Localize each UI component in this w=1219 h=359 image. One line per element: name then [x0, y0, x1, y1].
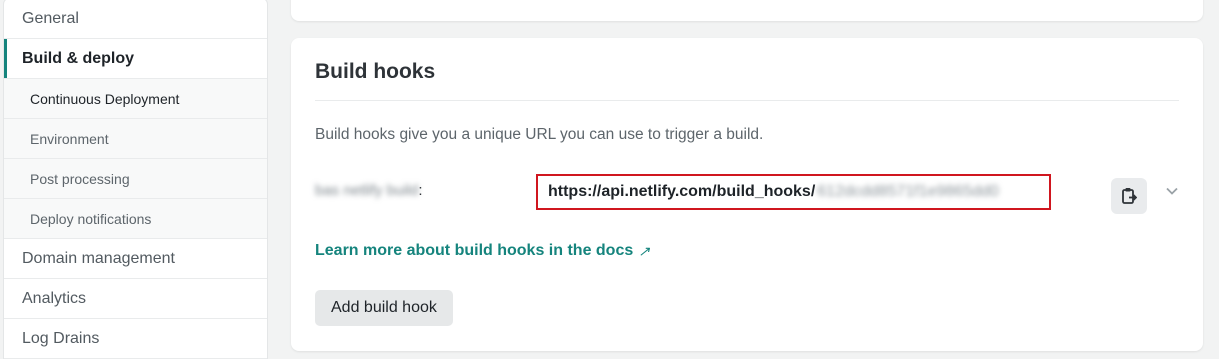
external-link-arrow-icon: ↗	[638, 242, 650, 259]
copy-url-button[interactable]	[1111, 178, 1147, 214]
clipboard-copy-icon	[1122, 188, 1137, 204]
settings-sidebar: General Build & deploy Continuous Deploy…	[3, 0, 268, 359]
sidebar-subitem-deploy-notifications[interactable]: Deploy notifications	[4, 199, 267, 239]
build-hooks-card: Build hooks Build hooks give you a uniqu…	[291, 38, 1203, 351]
build-hook-url-prefix: https://api.netlify.com/build_hooks/	[548, 183, 816, 200]
build-hook-name-suffix: :	[418, 182, 423, 199]
sidebar-item-analytics[interactable]: Analytics	[4, 279, 267, 319]
sidebar-item-label: Domain management	[22, 249, 175, 267]
add-build-hook-button[interactable]: Add build hook	[315, 290, 453, 326]
sidebar-item-label: General	[22, 9, 79, 27]
sidebar-item-log-drains[interactable]: Log Drains	[4, 319, 267, 359]
sidebar-item-label: Continuous Deployment	[30, 90, 180, 107]
chevron-down-icon	[1166, 187, 1178, 195]
docs-link-label: Learn more about build hooks in the docs	[315, 242, 634, 259]
sidebar-subitem-post-processing[interactable]: Post processing	[4, 159, 267, 199]
build-hook-name: bas netlify build :	[315, 182, 423, 199]
build-hooks-description: Build hooks give you a unique URL you ca…	[315, 126, 764, 143]
sidebar-item-label: Deploy notifications	[30, 210, 152, 227]
sidebar-item-label: Environment	[30, 130, 109, 147]
build-hook-url-token-redacted: 612dcdd8571f1e9865dd0	[817, 183, 999, 200]
sidebar-item-domain-management[interactable]: Domain management	[4, 239, 267, 279]
build-hook-url[interactable]: https://api.netlify.com/build_hooks/ 612…	[536, 174, 1051, 210]
sidebar-item-label: Log Drains	[22, 329, 100, 347]
sidebar-item-general[interactable]: General	[4, 0, 267, 39]
card-divider	[315, 100, 1179, 101]
previous-settings-card	[291, 0, 1203, 21]
build-hooks-title: Build hooks	[315, 60, 436, 83]
sidebar-item-label: Build & deploy	[22, 49, 134, 67]
sidebar-item-build-deploy[interactable]: Build & deploy	[4, 39, 267, 79]
build-hook-name-redacted: bas netlify build	[315, 182, 419, 199]
sidebar-item-label: Post processing	[30, 170, 130, 187]
expand-hook-button[interactable]	[1165, 184, 1179, 198]
sidebar-item-label: Analytics	[22, 289, 87, 307]
sidebar-subitem-environment[interactable]: Environment	[4, 119, 267, 159]
site-settings-page: General Build & deploy Continuous Deploy…	[0, 0, 1219, 359]
build-hooks-docs-link[interactable]: Learn more about build hooks in the docs…	[315, 242, 650, 260]
sidebar-subitem-continuous-deployment[interactable]: Continuous Deployment	[4, 79, 267, 119]
